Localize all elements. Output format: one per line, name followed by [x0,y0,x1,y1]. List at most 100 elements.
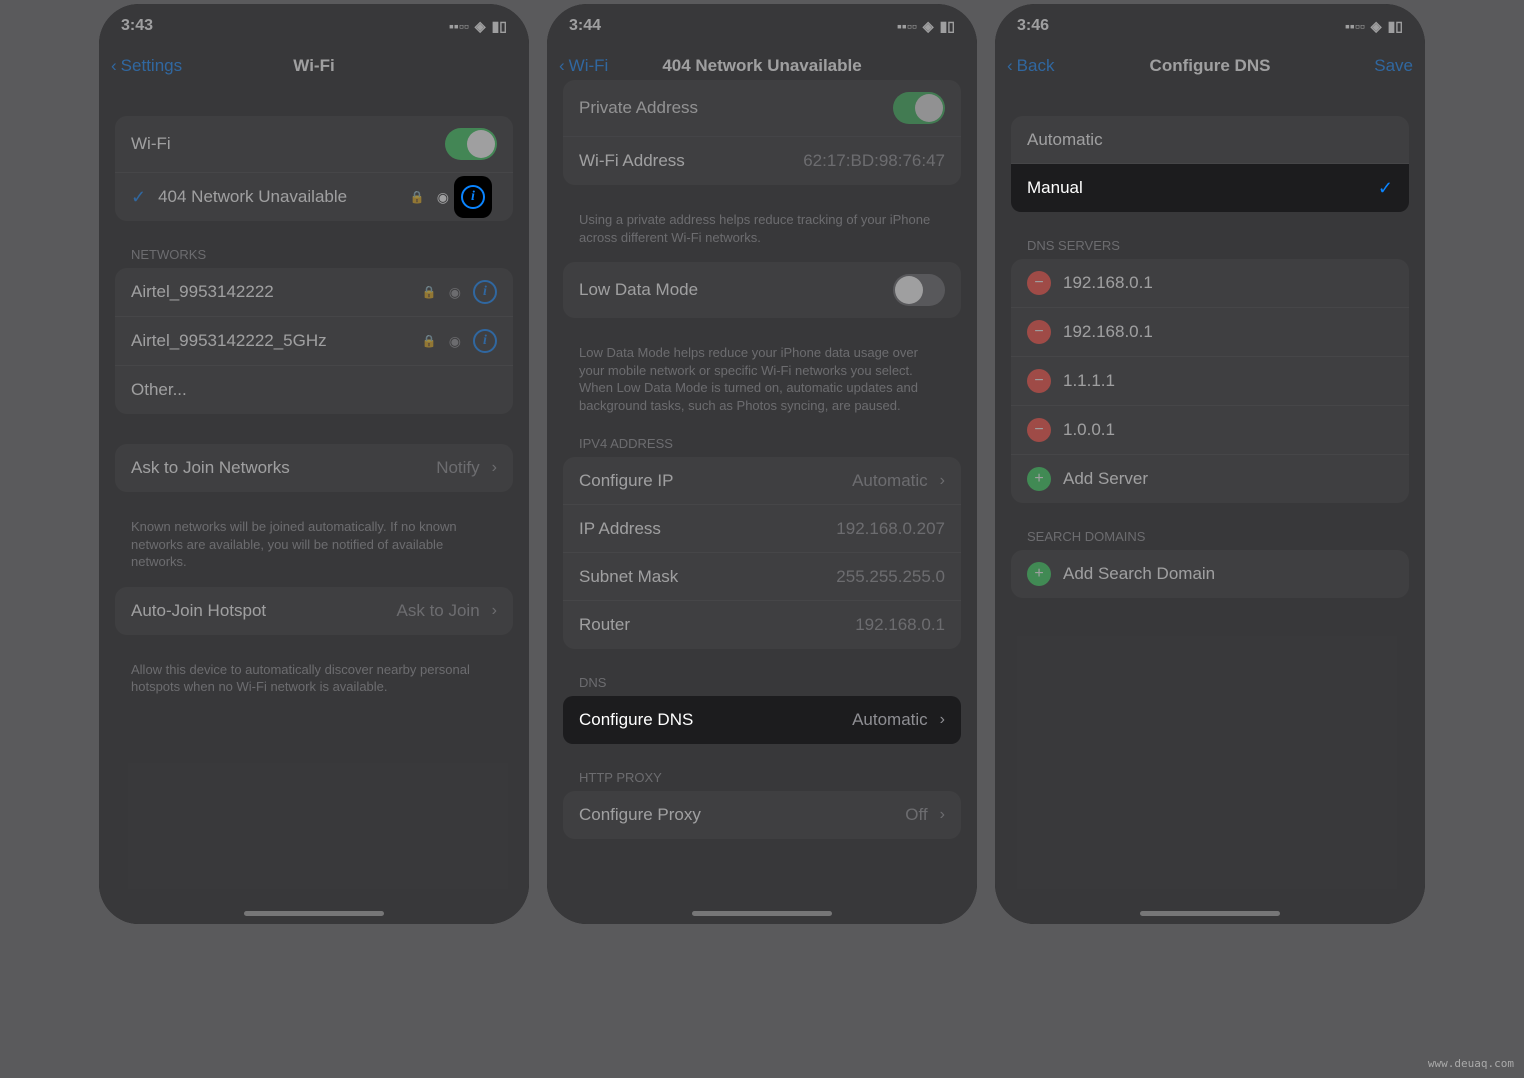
back-button[interactable]: ‹ Settings [111,56,182,76]
ask-join-row[interactable]: Ask to Join Networks Notify › [115,444,513,492]
info-icon[interactable]: i [461,185,485,209]
dns-server-value: 192.168.0.1 [1063,273,1153,293]
info-icon[interactable]: i [473,329,497,353]
ipv4-header: IPV4 ADDRESS [563,430,961,457]
network-row[interactable]: Airtel_9953142222 🔒 ◉ i [115,268,513,317]
wifi-address-row: Wi-Fi Address 62:17:BD:98:76:47 [563,137,961,185]
wifi-signal-icon: ◉ [449,284,461,301]
low-data-row[interactable]: Low Data Mode [563,262,961,318]
home-indicator[interactable] [1140,911,1280,916]
check-icon: ✓ [1378,178,1393,199]
dns-server-row[interactable]: − 1.0.0.1 [1011,406,1409,455]
automatic-label: Automatic [1027,130,1103,150]
status-time: 3:44 [569,17,601,35]
configure-dns-row[interactable]: Configure DNS Automatic › [563,696,961,744]
configure-proxy-value: Off [905,805,927,825]
info-icon[interactable]: i [473,280,497,304]
dns-header: DNS [563,669,961,696]
auto-join-group: Auto-Join Hotspot Ask to Join › [115,587,513,635]
wifi-address-value: 62:17:BD:98:76:47 [803,151,945,171]
automatic-option-row[interactable]: Automatic [1011,116,1409,164]
nav-bar: ‹ Settings Wi-Fi [99,48,529,86]
lock-icon: 🔒 [410,190,425,204]
manual-option-row[interactable]: Manual ✓ [1011,164,1409,212]
wifi-toggle[interactable] [445,128,497,160]
dns-server-row[interactable]: − 192.168.0.1 [1011,308,1409,357]
ipv4-group: Configure IP Automatic › IP Address 192.… [563,457,961,649]
connected-network-row[interactable]: ✓ 404 Network Unavailable 🔒 ◉ i [115,173,513,221]
network-row[interactable]: Airtel_9953142222_5GHz 🔒 ◉ i [115,317,513,366]
proxy-group: Configure Proxy Off › [563,791,961,839]
check-icon: ✓ [131,187,146,208]
configure-dns-value: Automatic [852,710,928,730]
screen-wifi-list: 3:43 ▪▪▫▫ ◈ ▮▯ ‹ Settings Wi-Fi Wi-Fi ✓ … [99,4,529,924]
delete-icon[interactable]: − [1027,271,1051,295]
nav-bar: ‹ Back Configure DNS Save [995,48,1425,86]
nav-title: 404 Network Unavailable [662,56,861,76]
chevron-left-icon: ‹ [111,56,117,76]
auto-join-footer: Allow this device to automatically disco… [115,655,513,712]
network-name: Airtel_9953142222 [131,282,274,302]
back-label: Wi-Fi [569,56,609,76]
subnet-mask-row: Subnet Mask 255.255.255.0 [563,553,961,601]
wifi-signal-icon: ◉ [437,189,449,206]
wifi-toggle-row[interactable]: Wi-Fi [115,116,513,173]
nav-title: Configure DNS [1150,56,1271,76]
low-data-toggle[interactable] [893,274,945,306]
chevron-right-icon: › [940,711,945,729]
cellular-icon: ▪▪▫▫ [897,18,917,34]
delete-icon[interactable]: − [1027,418,1051,442]
auto-join-row[interactable]: Auto-Join Hotspot Ask to Join › [115,587,513,635]
wifi-icon: ◈ [475,18,486,35]
add-server-row[interactable]: + Add Server [1011,455,1409,503]
wifi-icon: ◈ [923,18,934,35]
ask-join-label: Ask to Join Networks [131,458,290,478]
add-icon[interactable]: + [1027,467,1051,491]
dns-server-value: 192.168.0.1 [1063,322,1153,342]
back-button[interactable]: ‹ Back [1007,56,1054,76]
private-address-toggle[interactable] [893,92,945,124]
wifi-signal-icon: ◉ [449,333,461,350]
configure-proxy-row[interactable]: Configure Proxy Off › [563,791,961,839]
dns-server-value: 1.1.1.1 [1063,371,1115,391]
status-bar: 3:43 ▪▪▫▫ ◈ ▮▯ [99,4,529,48]
home-indicator[interactable] [244,911,384,916]
manual-label: Manual [1027,178,1083,198]
configure-ip-row[interactable]: Configure IP Automatic › [563,457,961,505]
ip-address-label: IP Address [579,519,661,539]
cellular-icon: ▪▪▫▫ [449,18,469,34]
ip-address-value: 192.168.0.207 [836,519,945,539]
dns-server-row[interactable]: − 192.168.0.1 [1011,259,1409,308]
nav-title: Wi-Fi [293,56,334,76]
wifi-toggle-group: Wi-Fi ✓ 404 Network Unavailable 🔒 ◉ i [115,116,513,221]
chevron-right-icon: › [940,472,945,490]
status-icons: ▪▪▫▫ ◈ ▮▯ [897,18,955,35]
chevron-left-icon: ‹ [559,56,565,76]
dns-server-row[interactable]: − 1.1.1.1 [1011,357,1409,406]
proxy-header: HTTP PROXY [563,764,961,791]
subnet-mask-label: Subnet Mask [579,567,678,587]
back-button[interactable]: ‹ Wi-Fi [559,56,608,76]
battery-icon: ▮▯ [1388,18,1403,35]
save-button[interactable]: Save [1374,56,1413,76]
home-indicator[interactable] [692,911,832,916]
router-value: 192.168.0.1 [855,615,945,635]
other-label: Other... [131,380,187,400]
auto-join-value: Ask to Join [397,601,480,621]
subnet-mask-value: 255.255.255.0 [836,567,945,587]
private-address-footer: Using a private address helps reduce tra… [563,205,961,262]
delete-icon[interactable]: − [1027,320,1051,344]
other-network-row[interactable]: Other... [115,366,513,414]
private-address-row[interactable]: Private Address [563,80,961,137]
router-row: Router 192.168.0.1 [563,601,961,649]
status-bar: 3:44 ▪▪▫▫ ◈ ▮▯ [547,4,977,48]
delete-icon[interactable]: − [1027,369,1051,393]
battery-icon: ▮▯ [940,18,955,35]
add-server-label: Add Server [1063,469,1148,489]
add-search-domain-row[interactable]: + Add Search Domain [1011,550,1409,598]
status-time: 3:46 [1017,17,1049,35]
add-icon[interactable]: + [1027,562,1051,586]
private-address-label: Private Address [579,98,698,118]
auto-join-label: Auto-Join Hotspot [131,601,266,621]
wifi-icon: ◈ [1371,18,1382,35]
